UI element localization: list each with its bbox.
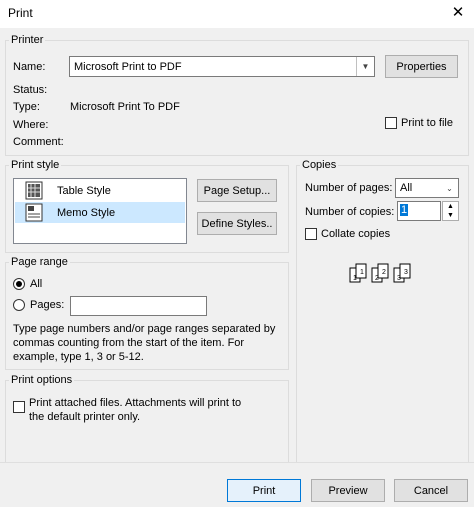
collate-pages-icon: 1 1 2 2 3 3 — [349, 263, 411, 283]
print-style-group-label: Print style — [9, 159, 62, 171]
preview-button[interactable]: Preview — [311, 479, 385, 502]
chevron-down-icon[interactable]: ▼ — [356, 57, 374, 76]
number-of-copies-label: Number of copies: — [305, 206, 395, 218]
print-to-file-checkbox[interactable] — [385, 117, 397, 129]
page-setup-button[interactable]: Page Setup... — [197, 179, 277, 202]
collate-num: 1 — [360, 269, 364, 276]
print-attachments-label[interactable]: Print attached files. Attachments will p… — [29, 396, 259, 424]
comment-label: Comment: — [13, 136, 64, 148]
number-of-pages-select[interactable]: All ⌄ — [395, 178, 459, 198]
page-range-group-label: Page range — [9, 256, 70, 268]
spin-down-icon[interactable]: ▼ — [443, 211, 458, 220]
type-label: Type: — [13, 101, 40, 113]
collate-num: 2 — [375, 275, 379, 282]
printer-group-label: Printer — [9, 34, 46, 46]
cancel-button[interactable]: Cancel — [394, 479, 468, 502]
print-style-list[interactable]: Table Style Memo Style — [13, 178, 187, 244]
collate-copies-checkbox[interactable] — [305, 228, 317, 240]
print-button[interactable]: Print — [227, 479, 301, 502]
printer-name-value: Microsoft Print to PDF — [74, 60, 182, 73]
table-style-icon — [25, 181, 43, 200]
list-item[interactable]: Table Style — [15, 180, 185, 201]
collate-num: 2 — [382, 269, 386, 276]
page-range-help-text: Type page numbers and/or page ranges sep… — [13, 323, 276, 363]
print-options-group-label: Print options — [9, 374, 75, 386]
pages-input[interactable] — [70, 296, 207, 316]
memo-style-icon — [25, 203, 43, 222]
title-bar: Print ✕ — [0, 0, 474, 28]
all-pages-radio[interactable] — [13, 278, 25, 290]
collate-copies-label[interactable]: Collate copies — [321, 228, 390, 240]
copies-spinner[interactable]: ▲ ▼ — [442, 201, 459, 221]
close-icon[interactable]: ✕ — [444, 2, 472, 26]
define-styles-button[interactable]: Define Styles.. — [197, 212, 277, 235]
printer-name-label: Name: — [13, 61, 46, 73]
collate-num: 3 — [397, 275, 401, 282]
number-of-copies-input[interactable]: 1 — [397, 201, 441, 221]
all-pages-label[interactable]: All — [30, 278, 42, 290]
printer-name-select[interactable]: Microsoft Print to PDF ▼ — [69, 56, 375, 77]
pages-label[interactable]: Pages: — [30, 299, 64, 311]
status-label: Status: — [13, 84, 48, 96]
window-title: Print — [8, 6, 33, 20]
list-item[interactable]: Memo Style — [15, 202, 185, 223]
copies-group-label: Copies — [300, 159, 339, 171]
collate-num: 3 — [404, 269, 408, 276]
list-item-label: Memo Style — [57, 206, 116, 219]
print-attachments-checkbox[interactable] — [13, 401, 25, 413]
chevron-down-icon[interactable]: ⌄ — [441, 179, 458, 197]
number-of-copies-value: 1 — [400, 204, 409, 216]
number-of-pages-value: All — [400, 182, 413, 194]
pages-radio[interactable] — [13, 299, 25, 311]
print-to-file-label[interactable]: Print to file — [401, 117, 453, 129]
list-item-label: Table Style — [57, 184, 111, 197]
properties-button[interactable]: Properties — [385, 55, 458, 78]
number-of-pages-label: Number of pages: — [305, 182, 393, 194]
spin-up-icon[interactable]: ▲ — [443, 202, 458, 211]
where-label: Where: — [13, 119, 49, 131]
collate-num: 1 — [353, 275, 357, 282]
type-value: Microsoft Print To PDF — [70, 101, 180, 113]
